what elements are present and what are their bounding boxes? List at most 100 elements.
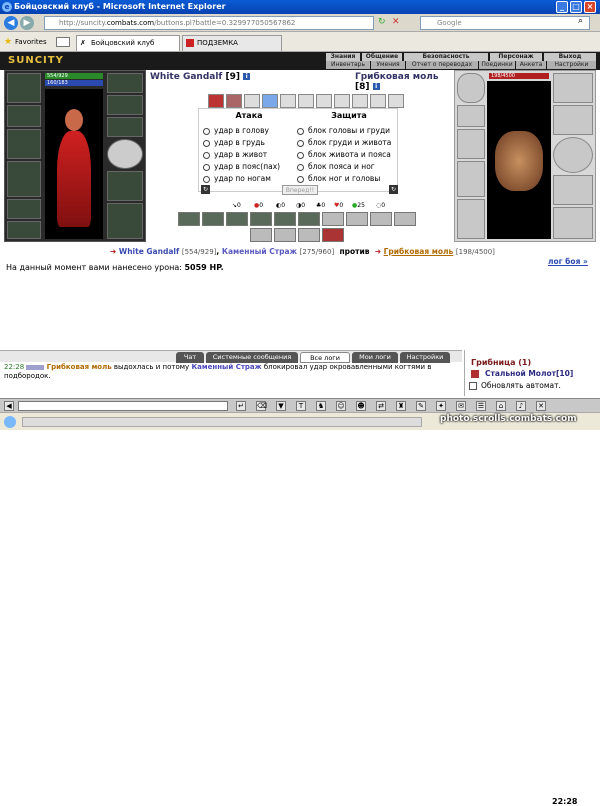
- address-input[interactable]: http://suncity.combats.com/buttons.pl?ba…: [44, 16, 374, 30]
- chat-input[interactable]: [18, 401, 228, 411]
- submenu-profile[interactable]: Анкета: [516, 61, 546, 69]
- chat-actor[interactable]: Грибковая моль: [47, 363, 112, 371]
- submenu-inventory[interactable]: Инвентарь: [326, 61, 370, 69]
- send-icon[interactable]: ◀: [4, 401, 14, 411]
- fight-ally[interactable]: Каменный Страж: [222, 247, 297, 256]
- enemy-helmet-slot[interactable]: [457, 73, 485, 103]
- note-icon[interactable]: ✎: [416, 401, 426, 411]
- enter-icon[interactable]: ↵: [236, 401, 246, 411]
- block-belt-legs-radio[interactable]: блок пояса и ног: [297, 161, 375, 172]
- menu-security[interactable]: Безопасность: [404, 53, 488, 61]
- weapon-slot[interactable]: [7, 129, 41, 159]
- ability-slot-icon[interactable]: [334, 94, 350, 108]
- gloves-slot[interactable]: [107, 171, 143, 201]
- ability-slot-icon[interactable]: [370, 94, 386, 108]
- close-button[interactable]: ×: [584, 1, 596, 13]
- forward-button[interactable]: Вперед!!: [282, 185, 318, 195]
- tool-icon[interactable]: [370, 212, 392, 226]
- enemy-shield-slot[interactable]: [553, 137, 593, 173]
- tab-fight-club[interactable]: ✗ Бойцовский клуб: [76, 35, 180, 51]
- submenu-settings[interactable]: Настройки: [547, 61, 596, 69]
- submenu-skills[interactable]: Умения: [371, 61, 405, 69]
- tool-icon[interactable]: [274, 212, 296, 226]
- ability-slot-icon[interactable]: [298, 94, 314, 108]
- tool-icon[interactable]: [178, 212, 200, 226]
- enemy-gloves-slot[interactable]: [553, 175, 593, 205]
- enemy-weapon-slot[interactable]: [457, 129, 485, 159]
- sound-icon[interactable]: ♪: [516, 401, 526, 411]
- fight-player[interactable]: White Gandalf: [119, 247, 179, 256]
- attack-legs-radio[interactable]: удар по ногам: [203, 173, 271, 184]
- filter-icon[interactable]: ▼: [276, 401, 286, 411]
- amulet-slot[interactable]: [7, 105, 41, 127]
- ability-slot-icon[interactable]: [226, 94, 242, 108]
- star-icon[interactable]: ★: [4, 37, 12, 47]
- earring-slot[interactable]: [107, 73, 143, 93]
- tab-chat[interactable]: Чат: [176, 352, 204, 363]
- close-chat-icon[interactable]: ✕: [536, 401, 546, 411]
- forward-icon[interactable]: ▶: [20, 16, 34, 30]
- letter-icon[interactable]: ✉: [456, 401, 466, 411]
- search-icon[interactable]: ⌕: [578, 16, 583, 26]
- tool-icon[interactable]: [202, 212, 224, 226]
- menu-exit[interactable]: Выход: [544, 53, 596, 61]
- armor-slot[interactable]: [7, 161, 41, 197]
- refresh-left-icon[interactable]: ↻: [201, 185, 210, 194]
- ability-slot-icon[interactable]: [244, 94, 260, 108]
- search-input[interactable]: Google: [420, 16, 590, 30]
- ability-slot-icon[interactable]: [280, 94, 296, 108]
- boots-slot[interactable]: [7, 221, 41, 239]
- shield-slot[interactable]: [107, 139, 143, 169]
- player-name[interactable]: White Gandalf [9] i: [150, 72, 251, 82]
- enemy-boots-slot[interactable]: [553, 207, 593, 239]
- chat-target[interactable]: Каменный Страж: [191, 363, 261, 371]
- submenu-transfers[interactable]: Отчет о переводах: [406, 61, 478, 69]
- stop-icon[interactable]: ✕: [392, 17, 400, 27]
- enemy-name[interactable]: Грибковая моль [8] i: [355, 72, 450, 92]
- clear-icon[interactable]: ⌫: [256, 401, 267, 411]
- fight-log-link[interactable]: лог боя »: [548, 257, 588, 266]
- ability-slot-icon[interactable]: [316, 94, 332, 108]
- ability-slot-icon[interactable]: [388, 94, 404, 108]
- book-icon[interactable]: ☰: [476, 401, 486, 411]
- people-icon[interactable]: ☻: [356, 401, 366, 411]
- favorites-label[interactable]: Favorites: [15, 38, 47, 46]
- gift-icon[interactable]: ✦: [436, 401, 446, 411]
- enemy-amulet-slot[interactable]: [457, 105, 485, 127]
- tool-icon[interactable]: [226, 212, 248, 226]
- menu-knowledge[interactable]: Знания: [326, 53, 360, 61]
- tool-icon[interactable]: [322, 212, 344, 226]
- menu-communication[interactable]: Общение: [362, 53, 402, 61]
- ring-slot[interactable]: [107, 117, 143, 137]
- tab-my-logs[interactable]: Мои логи: [352, 352, 398, 363]
- tool-icon[interactable]: [250, 228, 272, 242]
- helmet-slot[interactable]: [7, 73, 41, 103]
- refresh-right-icon[interactable]: ↻: [389, 185, 398, 194]
- necklace-slot[interactable]: [107, 95, 143, 115]
- map-icon[interactable]: ⌂: [496, 401, 506, 411]
- info-icon[interactable]: i: [243, 73, 251, 80]
- legs-slot[interactable]: [107, 203, 143, 239]
- attack-chest-radio[interactable]: удар в грудь: [203, 137, 265, 148]
- attack-head-radio[interactable]: удар в голову: [203, 125, 269, 136]
- go-icon[interactable]: ↻: [378, 17, 386, 27]
- smile-icon[interactable]: ☺: [336, 401, 346, 411]
- minimize-button[interactable]: _: [556, 1, 568, 13]
- enemy-belt-slot[interactable]: [457, 199, 485, 239]
- tab-dungeon[interactable]: ПОДЗЕМКА: [182, 35, 282, 51]
- quick-tabs-icon[interactable]: [56, 37, 70, 47]
- tool-icon[interactable]: [346, 212, 368, 226]
- menu-character[interactable]: Персонаж: [490, 53, 542, 61]
- ability-slot-icon[interactable]: [262, 94, 278, 108]
- ability-slot-icon[interactable]: [208, 94, 224, 108]
- tool-icon[interactable]: [274, 228, 296, 242]
- exchange-icon[interactable]: ⇄: [376, 401, 386, 411]
- attack-belly-radio[interactable]: удар в живот: [203, 149, 267, 160]
- enemy-armor-slot[interactable]: [457, 161, 485, 197]
- tab-settings[interactable]: Настройки: [400, 352, 450, 363]
- tool-icon[interactable]: [250, 212, 272, 226]
- submenu-fights[interactable]: Поединки: [479, 61, 515, 69]
- enemy-earring-slot[interactable]: [553, 73, 593, 103]
- tab-all-logs[interactable]: Все логи: [300, 352, 350, 363]
- member-name[interactable]: Стальной Молот[10]: [485, 369, 573, 378]
